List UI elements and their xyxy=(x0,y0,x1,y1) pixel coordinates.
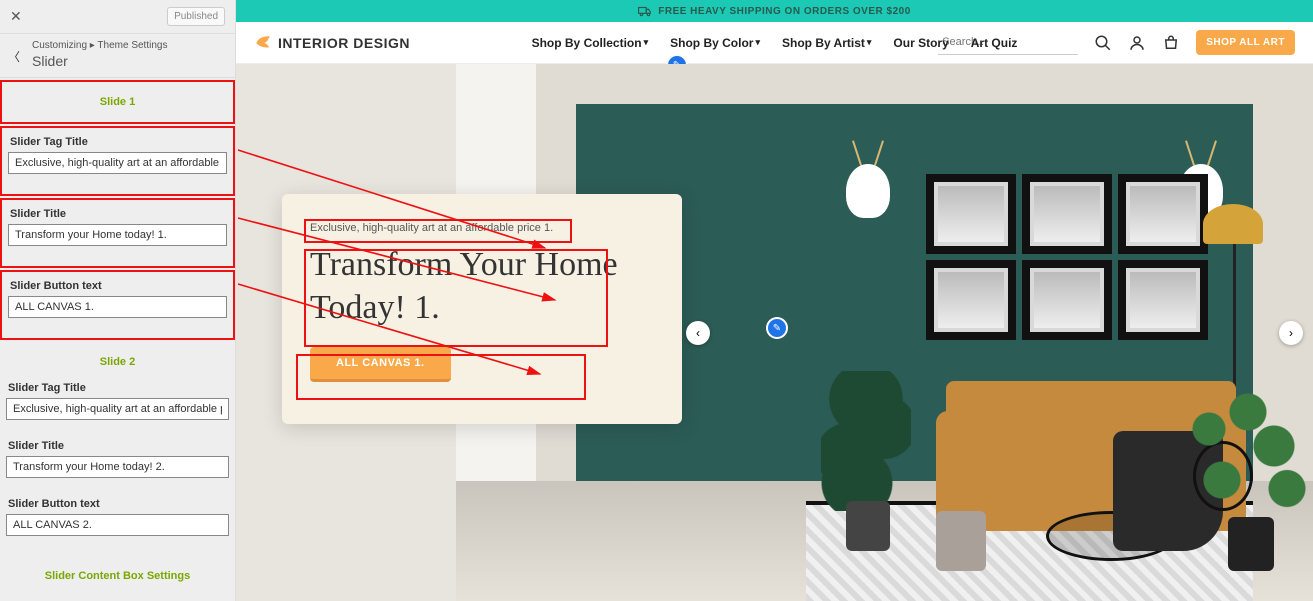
chevron-down-icon: ▾ xyxy=(755,37,760,48)
slider-next-button[interactable]: › xyxy=(1279,321,1303,345)
publish-status[interactable]: Published xyxy=(167,7,225,26)
search-icon[interactable] xyxy=(1094,34,1112,52)
hero-slider: Exclusive, high-quality art at an afford… xyxy=(236,64,1313,601)
chevron-down-icon: ▾ xyxy=(644,37,649,48)
slide-2-header: Slide 2 xyxy=(0,342,235,382)
site-preview: FREE HEAVY SHIPPING ON ORDERS OVER $200 … xyxy=(236,0,1313,601)
label-slider-tag: Slider Tag Title xyxy=(8,136,227,148)
customizer-sidebar: ✕ Published 〈 Customizing ▸ Theme Settin… xyxy=(0,0,236,601)
nav-artist[interactable]: Shop By Artist▾ xyxy=(782,36,871,50)
back-icon[interactable]: 〈 xyxy=(8,48,20,65)
slider-content-box-settings[interactable]: Slider Content Box Settings xyxy=(0,556,235,596)
brand-logo[interactable]: INTERIOR DESIGN xyxy=(254,34,410,52)
input-slide2-tag[interactable] xyxy=(6,398,229,420)
wall-gallery xyxy=(926,174,1208,340)
main-navbar: INTERIOR DESIGN Shop By Collection▾ Shop… xyxy=(236,22,1313,64)
brand-name: INTERIOR DESIGN xyxy=(278,35,410,51)
label-slider-title: Slider Title xyxy=(8,208,227,220)
label-slider-title-2: Slider Title xyxy=(6,440,229,452)
promo-text: FREE HEAVY SHIPPING ON ORDERS OVER $200 xyxy=(658,6,911,17)
nav-collection[interactable]: Shop By Collection▾ xyxy=(532,36,649,50)
cart-icon[interactable] xyxy=(1162,34,1180,52)
label-slider-button-2: Slider Button text xyxy=(6,498,229,510)
plant-right xyxy=(1193,371,1303,571)
edit-shortcut-icon[interactable]: ✎ xyxy=(768,319,786,337)
input-slide1-tag[interactable] xyxy=(8,152,227,174)
section-title: Slider xyxy=(32,53,223,69)
user-icon[interactable] xyxy=(1128,34,1146,52)
label-slider-button: Slider Button text xyxy=(8,280,227,292)
input-slide2-button[interactable] xyxy=(6,514,229,536)
decor-deer-head xyxy=(846,164,890,218)
label-slider-tag-2: Slider Tag Title xyxy=(6,382,229,394)
plant-left xyxy=(826,381,906,551)
input-slide2-title[interactable] xyxy=(6,456,229,478)
input-slide1-button[interactable] xyxy=(8,296,227,318)
nav-story[interactable]: Our Story xyxy=(893,36,948,50)
close-icon[interactable]: ✕ xyxy=(10,8,22,25)
truck-icon xyxy=(638,4,652,18)
breadcrumb: Customizing ▸ Theme Settings xyxy=(32,40,223,51)
chevron-down-icon: ▾ xyxy=(867,37,872,48)
shop-all-button[interactable]: SHOP ALL ART xyxy=(1196,30,1295,55)
nav-color[interactable]: Shop By Color▾ xyxy=(670,36,760,50)
hero-title-text: Transform Your Home Today! 1. xyxy=(310,244,654,329)
hero-tag-text: Exclusive, high-quality art at an afford… xyxy=(310,222,654,234)
slider-prev-button[interactable]: ‹ xyxy=(686,321,710,345)
hero-content-box: Exclusive, high-quality art at an afford… xyxy=(282,194,682,424)
floor-lamp xyxy=(1203,204,1263,244)
hero-cta-button[interactable]: ALL CANVAS 1. xyxy=(310,347,451,382)
slide-1-header: Slide 1 xyxy=(2,82,233,122)
bird-icon xyxy=(254,34,272,52)
input-slide1-title[interactable] xyxy=(8,224,227,246)
promo-banner: FREE HEAVY SHIPPING ON ORDERS OVER $200 xyxy=(236,0,1313,22)
nav-quiz[interactable]: Art Quiz xyxy=(971,36,1018,50)
side-stool xyxy=(936,511,986,571)
